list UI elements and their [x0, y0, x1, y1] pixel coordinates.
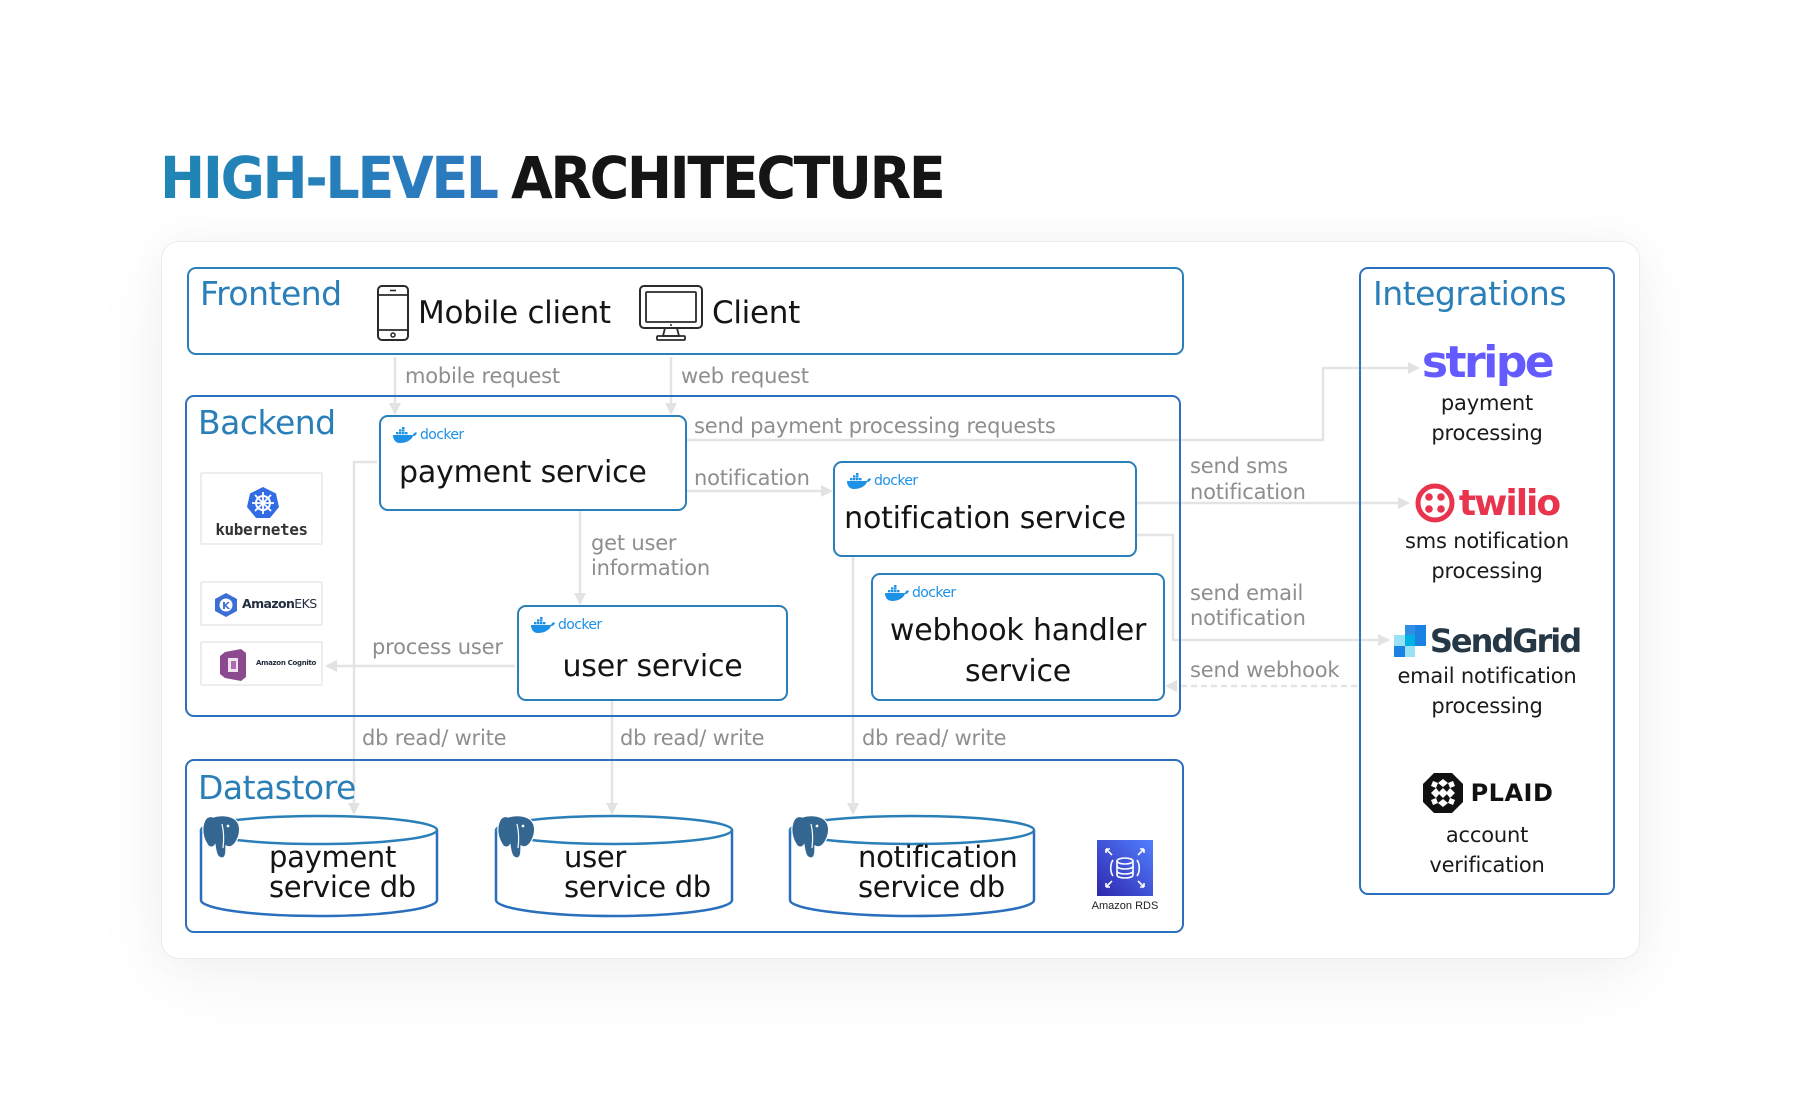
web-client[interactable]: Client — [638, 284, 800, 342]
edge-label-send-sms-2: notification — [1190, 480, 1306, 504]
db-label-line1: user — [564, 840, 627, 874]
payment-service-db[interactable]: payment service db — [199, 814, 439, 918]
postgresql-elephant-icon — [497, 815, 536, 859]
sendgrid-icon — [1393, 625, 1426, 657]
edge-label-notification: notification — [694, 466, 810, 490]
notification-service[interactable]: docker notification service — [833, 461, 1137, 557]
stripe-logo: stripe — [1421, 337, 1555, 388]
docker-whale-icon — [393, 427, 417, 443]
user-service-db[interactable]: user service db — [494, 814, 734, 918]
twilio-desc-line1: sms notification — [1405, 529, 1569, 553]
edge-label-web-request: web request — [681, 364, 809, 388]
notification-service-label: notification service — [844, 501, 1126, 536]
webhook-handler-service[interactable]: docker webhook handler service — [871, 573, 1165, 701]
user-db-label: user service db — [564, 842, 711, 902]
amazon-cognito-logo: Amazon Cognito — [200, 641, 323, 686]
notification-db-label: notification service db — [858, 840, 1018, 904]
user-service-label: user service — [562, 649, 743, 684]
edge-label-send-email-2: notification — [1190, 606, 1306, 630]
kubernetes-logo: kubernetes — [200, 472, 323, 545]
plaid-desc-line2: verification — [1429, 853, 1545, 877]
postgresql-elephant-icon — [791, 815, 830, 859]
plaid-wordmark: PLAID — [1470, 779, 1554, 807]
stripe-desc-line1: payment — [1440, 391, 1534, 415]
payment-service[interactable]: docker payment service — [379, 415, 687, 511]
amazon-cognito-wordmark: Amazon Cognito — [256, 659, 317, 667]
mobile-client[interactable]: Mobile client — [376, 284, 611, 342]
kubernetes-wordmark: kubernetes — [215, 520, 308, 539]
rds-icon — [1097, 840, 1153, 896]
backend-label: Backend — [198, 403, 336, 442]
sendgrid-desc-line2: processing — [1431, 694, 1543, 718]
edge-label-user-db: db read/ write — [620, 726, 765, 750]
twilio-icon — [1415, 483, 1455, 523]
docker-badge: docker — [846, 472, 918, 490]
integration-stripe[interactable]: stripe payment processing — [1359, 338, 1615, 448]
db-label-line1: notification — [858, 840, 1018, 874]
mobile-client-label: Mobile client — [418, 295, 611, 331]
amazon-rds-logo: Amazon RDS — [1090, 840, 1160, 912]
integration-plaid[interactable]: PLAID account verification — [1359, 770, 1615, 880]
eks-wordmark-light: EKS — [294, 596, 317, 611]
docker-wordmark: docker — [420, 427, 464, 443]
integrations-label: Integrations — [1373, 274, 1567, 313]
edge-label-get-user-2: information — [591, 556, 711, 580]
docker-badge: docker — [392, 426, 464, 444]
docker-wordmark: docker — [874, 473, 918, 489]
edge-label-process-user: process user — [372, 635, 503, 659]
edge-label-send-webhook: send webhook — [1190, 658, 1340, 682]
sendgrid-wordmark: SendGrid — [1429, 622, 1582, 660]
sendgrid-logo: SendGrid — [1359, 621, 1615, 661]
plaid-icon — [1422, 773, 1463, 813]
twilio-wordmark: twilio — [1458, 482, 1561, 524]
frontend-label: Frontend — [200, 274, 342, 313]
stripe-desc-line2: processing — [1431, 421, 1543, 445]
integration-twilio[interactable]: twilio sms notification processing — [1359, 482, 1615, 586]
payment-db-label: payment service db — [269, 842, 416, 902]
web-client-label: Client — [712, 295, 800, 331]
payment-service-label: payment service — [399, 455, 647, 490]
twilio-desc-line2: processing — [1431, 559, 1543, 583]
smartphone-icon — [377, 285, 409, 341]
user-service[interactable]: docker user service — [517, 605, 788, 701]
docker-wordmark: docker — [558, 617, 602, 633]
edge-label-send-sms-1: send sms — [1190, 454, 1288, 478]
sendgrid-desc-line1: email notification — [1397, 664, 1577, 688]
docker-badge: docker — [884, 584, 956, 602]
amazon-eks-wordmark: AmazonEKS — [242, 596, 317, 611]
webhook-service-label-line1: webhook handler — [889, 613, 1147, 648]
svg-text:K: K — [222, 601, 231, 612]
eks-icon: K — [215, 593, 237, 617]
plaid-logo: PLAID — [1359, 770, 1615, 816]
twilio-logo: twilio — [1359, 482, 1615, 524]
edge-label-get-user-1: get user — [591, 531, 677, 555]
desktop-monitor-icon — [639, 285, 703, 341]
db-label-line1: payment — [269, 840, 397, 874]
edge-label-send-email-1: send email — [1190, 581, 1304, 605]
eks-wordmark-bold: Amazon — [242, 596, 295, 611]
docker-whale-icon — [885, 585, 909, 601]
db-label-line2: service db — [269, 870, 416, 904]
datastore-label: Datastore — [198, 768, 356, 807]
edge-label-send-payment: send payment processing requests — [694, 414, 1056, 438]
docker-whale-icon — [847, 473, 871, 489]
webhook-service-label-line2: service — [964, 654, 1072, 689]
plaid-desc-line1: account — [1445, 823, 1529, 847]
edge-label-notification-db: db read/ write — [862, 726, 1007, 750]
amazon-eks-logo: K AmazonEKS — [200, 581, 323, 626]
edge-label-payment-db: db read/ write — [362, 726, 507, 750]
docker-whale-icon — [531, 617, 555, 633]
rds-label: Amazon RDS — [1091, 900, 1159, 912]
notification-service-db[interactable]: notification service db — [788, 814, 1036, 918]
integration-sendgrid[interactable]: SendGrid email notification processing — [1359, 621, 1615, 721]
db-label-line2: service db — [858, 870, 1005, 904]
cognito-icon — [220, 649, 246, 681]
postgresql-elephant-icon — [202, 815, 241, 859]
docker-badge: docker — [530, 616, 602, 634]
kubernetes-helm-icon — [247, 487, 279, 518]
edge-label-mobile-request: mobile request — [405, 364, 560, 388]
db-label-line2: service db — [564, 870, 711, 904]
docker-wordmark: docker — [912, 585, 956, 601]
